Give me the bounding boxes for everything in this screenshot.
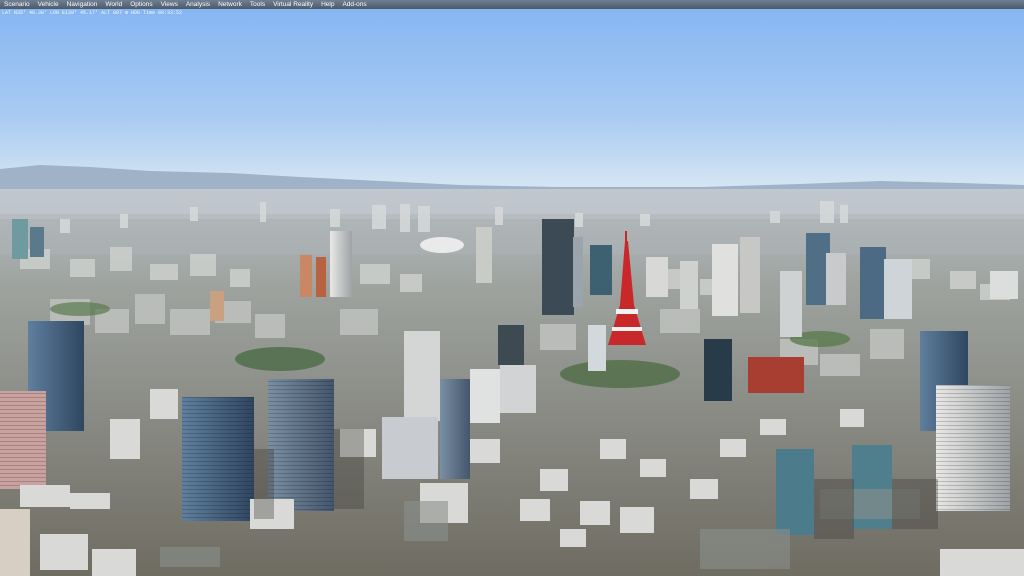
menu-help[interactable]: Help [317,0,338,9]
menu-world[interactable]: World [101,0,126,9]
menu-options[interactable]: Options [126,0,156,9]
simulator-window: Scenario Vehicle Navigation World Option… [0,0,1024,576]
menu-scenario[interactable]: Scenario [0,0,34,9]
brick-building [748,357,804,393]
position-readout: LAT N35° 40.38' LON E139° 45.17' ALT 897… [2,10,183,16]
menu-bar: Scenario Vehicle Navigation World Option… [0,0,1024,9]
menu-navigation[interactable]: Navigation [63,0,102,9]
menu-virtual-reality[interactable]: Virtual Reality [269,0,317,9]
3d-scenery-view[interactable] [0,9,1024,576]
menu-analysis[interactable]: Analysis [182,0,214,9]
sky [0,9,1024,189]
menu-vehicle[interactable]: Vehicle [34,0,63,9]
menu-network[interactable]: Network [214,0,246,9]
city-scene [0,9,1024,576]
dome-stadium [420,237,464,253]
menu-addons[interactable]: Add-ons [338,0,370,9]
menu-tools[interactable]: Tools [246,0,269,9]
menu-views[interactable]: Views [157,0,182,9]
park-area [235,347,325,371]
